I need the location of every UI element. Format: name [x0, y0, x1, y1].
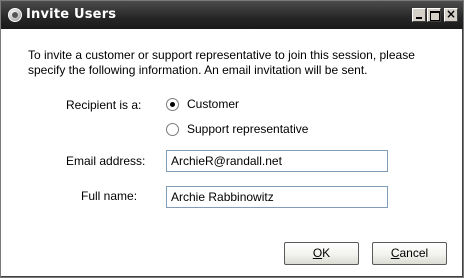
- intro-text: To invite a customer or support represen…: [28, 48, 415, 77]
- full-name-field[interactable]: [166, 186, 388, 208]
- close-glyph: ×: [445, 7, 457, 21]
- cancel-label-rest: ancel: [399, 246, 429, 260]
- ok-label-rest: K: [322, 246, 331, 260]
- email-label: Email address:: [66, 154, 146, 168]
- title-bar[interactable]: Invite Users ×: [1, 1, 463, 29]
- window-title: Invite Users: [26, 7, 117, 22]
- invite-users-dialog: Invite Users × To invite a customer or s…: [0, 0, 464, 278]
- app-icon: [8, 8, 22, 22]
- ok-button[interactable]: OK: [284, 242, 359, 265]
- maximize-icon[interactable]: [427, 8, 441, 22]
- radio-customer-button[interactable]: [166, 97, 179, 111]
- full-name-label: Full name:: [81, 189, 138, 203]
- radio-support-representative[interactable]: Support representative: [166, 122, 308, 136]
- dialog-content: To invite a customer or support represen…: [1, 29, 463, 277]
- cancel-button[interactable]: Cancel: [372, 242, 447, 265]
- close-icon[interactable]: ×: [444, 7, 458, 22]
- radio-support-button[interactable]: [166, 122, 179, 136]
- recipient-label: Recipient is a:: [66, 98, 142, 112]
- email-field[interactable]: [166, 150, 388, 172]
- ok-mnemonic: O: [312, 246, 323, 260]
- radio-support-label[interactable]: Support representative: [187, 122, 308, 136]
- minimize-icon[interactable]: [412, 8, 426, 22]
- radio-customer[interactable]: Customer: [166, 97, 239, 111]
- radio-customer-label[interactable]: Customer: [187, 97, 239, 111]
